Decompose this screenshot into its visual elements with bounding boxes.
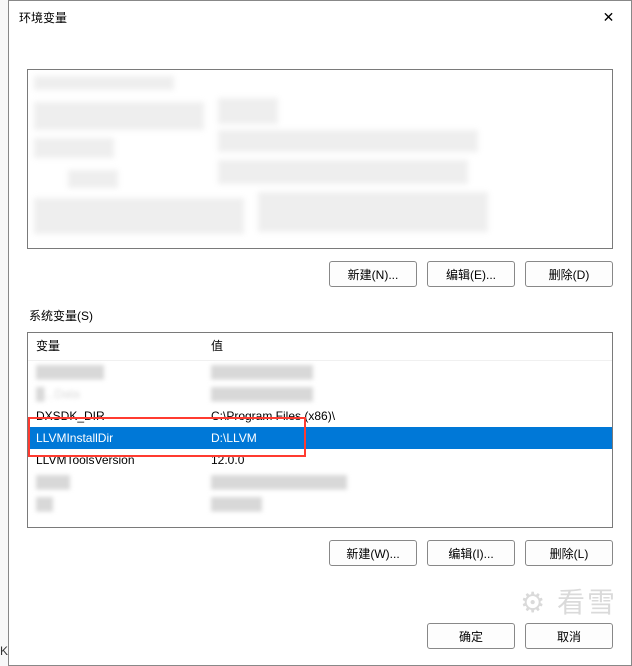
table-row[interactable]: ██ ██████	[28, 493, 612, 515]
cell-variable: DXSDK_DIR	[36, 407, 211, 425]
table-row[interactable]: DXSDK_DIR C:\Program Files (x86)\	[28, 405, 612, 427]
cell-value: D:\LLVM	[211, 429, 604, 447]
close-icon: ✕	[603, 9, 615, 26]
system-delete-button[interactable]: 删除(L)	[525, 540, 613, 566]
table-row[interactable]: LLVMInstallDir D:\LLVM	[28, 427, 612, 449]
cell-variable: LLVMInstallDir	[36, 429, 211, 447]
table-row[interactable]: ████ ████████████████	[28, 471, 612, 493]
user-variables-listbox[interactable]	[27, 69, 613, 249]
system-edit-button[interactable]: 编辑(I)...	[427, 540, 515, 566]
dialog-title: 环境变量	[19, 9, 67, 26]
list-header: 变量 值	[28, 333, 612, 361]
user-new-button[interactable]: 新建(N)...	[329, 261, 417, 287]
table-row[interactable]: █...Data ████████████	[28, 383, 612, 405]
background-fragment: K	[0, 644, 8, 658]
header-value[interactable]: 值	[211, 337, 604, 354]
close-button[interactable]: ✕	[586, 2, 631, 32]
system-variables-label: 系统变量(S)	[29, 307, 613, 324]
header-variable[interactable]: 变量	[36, 337, 211, 354]
environment-variables-dialog: 环境变量 ✕ 新建(N)... 编辑(E)... 删除(D)	[8, 0, 632, 666]
system-new-button[interactable]: 新建(W)...	[329, 540, 417, 566]
cell-variable: LLVMToolsVersion	[36, 451, 211, 469]
user-variables-section: 新建(N)... 编辑(E)... 删除(D)	[27, 69, 613, 287]
cancel-button[interactable]: 取消	[525, 623, 613, 649]
system-variables-listbox[interactable]: 变量 值 ████████ ████████████ █...Data ████…	[27, 332, 613, 528]
user-edit-button[interactable]: 编辑(E)...	[427, 261, 515, 287]
table-row[interactable]: LLVMToolsVersion 12.0.0	[28, 449, 612, 471]
system-variables-section: 系统变量(S) 变量 值 ████████ ████████████ █...D…	[27, 307, 613, 566]
table-row[interactable]: ████████ ████████████	[28, 361, 612, 383]
ok-button[interactable]: 确定	[427, 623, 515, 649]
user-delete-button[interactable]: 删除(D)	[525, 261, 613, 287]
cell-value: C:\Program Files (x86)\	[211, 407, 604, 425]
titlebar: 环境变量 ✕	[9, 1, 631, 33]
cell-value: 12.0.0	[211, 451, 604, 469]
